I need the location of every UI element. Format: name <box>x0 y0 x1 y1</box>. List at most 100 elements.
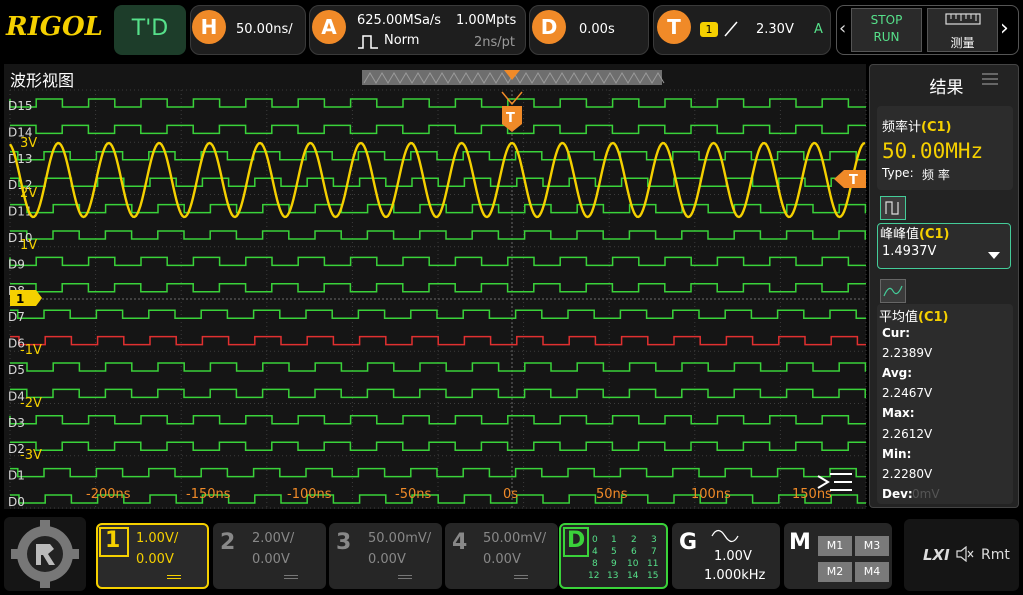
generator-frequency: 1.000kHz <box>704 568 766 583</box>
menu-icon[interactable] <box>982 73 998 75</box>
lxi-logo: LXI <box>923 546 950 564</box>
digital-letter: D <box>567 528 586 553</box>
channel-4-offset: 0.00V <box>483 552 521 567</box>
avg-dev-label: Dev: <box>882 487 913 501</box>
channel-1-number: 1 <box>105 528 121 553</box>
voltage-label: -2V <box>20 396 42 411</box>
channel-2-scale: 2.00V/ <box>252 531 295 546</box>
time-label: 50ns <box>596 487 628 502</box>
digital-label-d0: D0 <box>8 495 25 509</box>
channel-3-offset: 0.00V <box>368 552 406 567</box>
time-label: -150ns <box>186 487 231 502</box>
digital-channel-6: 6 <box>631 547 637 557</box>
voltage-label: 1V <box>20 238 37 253</box>
digital-channel-7: 7 <box>651 547 657 557</box>
dc-coupling-icon <box>398 575 412 576</box>
time-label: -200ns <box>86 487 131 502</box>
digital-label-d9: D9 <box>8 257 25 271</box>
digital-channel-15: 15 <box>647 571 659 581</box>
avg-cur-value: 2.2389V <box>882 346 933 360</box>
remote-status: Rmt <box>981 547 1010 563</box>
generator-letter: G <box>679 530 698 555</box>
digital-trace-d5 <box>10 362 867 372</box>
digital-label-d3: D3 <box>8 416 25 430</box>
avg-dev-value: 0mV <box>912 487 940 501</box>
channel-3-number: 3 <box>336 530 352 555</box>
avg-max-label: Max: <box>882 406 915 420</box>
channel-2-number: 2 <box>220 530 236 555</box>
dc-coupling-icon <box>284 575 298 576</box>
avg-min-label: Min: <box>882 447 912 461</box>
freq-type-label: Type: <box>882 166 914 180</box>
channel-1-offset: 0.00V <box>136 552 174 567</box>
trigger-position-label: T <box>506 111 515 126</box>
home-button[interactable] <box>4 517 86 591</box>
voltage-label: -3V <box>20 448 42 463</box>
avg-max-value: 2.2612V <box>882 427 933 441</box>
digital-channel-0: 0 <box>592 535 598 545</box>
digital-trace-d6 <box>10 335 866 346</box>
digital-channel-14: 14 <box>627 571 639 581</box>
dc-coupling-icon <box>514 575 528 576</box>
speaker-muted-icon[interactable] <box>955 546 975 562</box>
digital-trace-d12 <box>10 177 866 187</box>
digital-channel-12: 12 <box>588 571 600 581</box>
time-label: 150ns <box>792 487 832 502</box>
channel-4-number: 4 <box>452 530 468 555</box>
time-label: -100ns <box>287 487 332 502</box>
digital-channel-1: 1 <box>611 535 617 545</box>
digital-channel-4: 4 <box>592 547 598 557</box>
digital-label-d15: D15 <box>8 99 33 113</box>
time-label: 0s <box>503 487 518 502</box>
math-m3-button[interactable]: M3 <box>855 536 889 556</box>
vpp-value: 1.4937V <box>882 244 937 259</box>
digital-trace-d1 <box>10 467 866 478</box>
voltage-label: -1V <box>20 343 42 358</box>
math-m2-button[interactable]: M2 <box>818 562 852 582</box>
digital-label-d13: D13 <box>8 152 33 166</box>
channel-4-scale: 50.00mV/ <box>483 531 547 546</box>
sine-wave-icon <box>711 529 739 543</box>
chevron-down-icon[interactable] <box>988 252 1000 259</box>
trigger-level-label: T <box>849 173 858 188</box>
avg-name: 平均值(C1) <box>879 310 949 325</box>
math-letter: M <box>789 530 811 555</box>
dc-coupling-icon <box>167 575 181 576</box>
channel-3-scale: 50.00mV/ <box>368 531 432 546</box>
digital-label-d7: D7 <box>8 310 25 324</box>
avg-cur-label: Cur: <box>882 326 911 340</box>
ch1-offset-marker <box>10 290 42 306</box>
gear-logo-icon <box>11 520 79 588</box>
channel-2-offset: 0.00V <box>252 552 290 567</box>
freq-name: 频率计(C1) <box>882 120 952 135</box>
time-label: 100ns <box>691 487 731 502</box>
freq-value: 50.00MHz <box>882 139 984 163</box>
ch1-offset-marker-label: 1 <box>16 292 24 306</box>
digital-channel-2: 2 <box>631 535 637 545</box>
freq-type-value: 频 率 <box>922 168 950 182</box>
avg-avg-label: Avg: <box>882 366 913 380</box>
digital-trace-d0 <box>10 494 866 504</box>
generator-amplitude: 1.00V <box>714 549 752 564</box>
digital-trace-d10 <box>10 230 866 240</box>
vpp-name: 峰峰值(C1) <box>880 227 950 242</box>
math-m4-button[interactable]: M4 <box>855 562 889 582</box>
time-label: -50ns <box>395 487 431 502</box>
digital-channel-13: 13 <box>607 571 619 581</box>
digital-channel-8: 8 <box>592 559 598 569</box>
digital-channel-10: 10 <box>627 559 639 569</box>
vpp-icon <box>880 196 906 220</box>
results-title: 结果 <box>929 78 964 98</box>
voltage-label: 2V <box>20 186 37 201</box>
avg-icon <box>880 279 906 303</box>
avg-avg-value: 2.2467V <box>882 386 933 400</box>
digital-label-d5: D5 <box>8 363 25 377</box>
digital-label-d1: D1 <box>8 469 25 483</box>
math-m1-button[interactable]: M1 <box>818 536 852 556</box>
voltage-label: 3V <box>20 136 37 151</box>
avg-min-value: 2.2280V <box>882 467 933 481</box>
digital-channel-11: 11 <box>647 559 659 569</box>
digital-channel-9: 9 <box>611 559 617 569</box>
digital-channel-5: 5 <box>611 547 617 557</box>
digital-channel-3: 3 <box>651 535 657 545</box>
